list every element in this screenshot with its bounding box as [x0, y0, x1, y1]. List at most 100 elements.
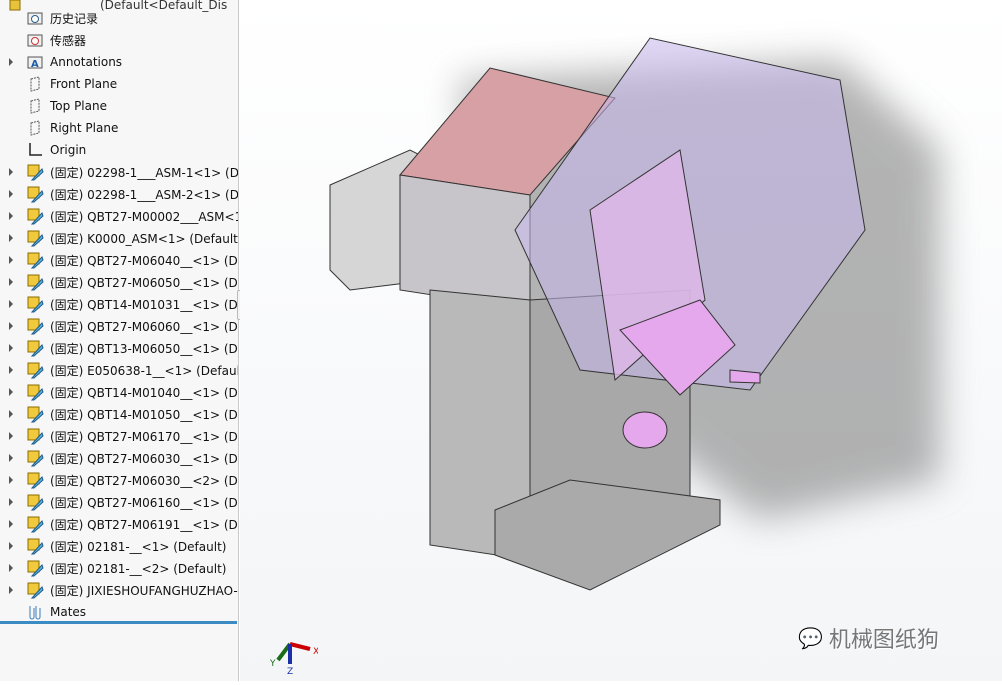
- svg-text:A: A: [31, 59, 39, 69]
- tree-item[interactable]: (固定) QBT27-M06060__<1> (De: [0, 315, 239, 337]
- tree-item[interactable]: (固定) JIXIESHOUFANGHUZHAO-: [0, 579, 238, 601]
- tree-item[interactable]: Origin: [0, 139, 238, 161]
- expand-arrow-icon[interactable]: [9, 498, 13, 506]
- expand-arrow-icon[interactable]: [9, 344, 13, 352]
- feature-manager-tree[interactable]: (Default<Default_Dis 历史记录 传感器 A Annotations…: [0, 0, 239, 681]
- origin-icon: [26, 141, 44, 159]
- axis-triad: X Y Z: [269, 642, 318, 675]
- tree-item-label: (固定) QBT14-M01031__<1> (De: [50, 297, 239, 312]
- expand-arrow-icon[interactable]: [9, 190, 13, 198]
- tree-item[interactable]: 历史记录: [0, 7, 238, 29]
- subassembly-icon: [26, 581, 44, 599]
- tree-item-label: 历史记录: [50, 11, 99, 26]
- base-plate: [494, 479, 721, 591]
- expand-arrow-icon[interactable]: [9, 388, 13, 396]
- expand-arrow-icon[interactable]: [9, 542, 13, 550]
- plane-icon: [26, 75, 44, 93]
- tree-item[interactable]: Top Plane: [0, 95, 238, 117]
- tree-item-label: (固定) QBT27-M06030__<2> (De: [50, 473, 239, 488]
- tree-item[interactable]: (固定) QBT27-M06040__<1> (De: [0, 249, 238, 271]
- z-axis-label: Z: [287, 667, 293, 675]
- expand-arrow-icon[interactable]: [9, 58, 13, 66]
- tree-item-label: (固定) 02298-1___ASM-1<1> (De: [50, 165, 239, 180]
- tree-item[interactable]: (固定) QBT27-M06160__<1> (De: [0, 491, 239, 513]
- expand-arrow-icon[interactable]: [9, 366, 13, 374]
- annotations-icon: A: [26, 53, 44, 71]
- tree-item-label: (固定) QBT27-M06160__<1> (De: [50, 495, 239, 510]
- expand-arrow-icon[interactable]: [9, 520, 13, 528]
- tree-item[interactable]: (固定) QBT27-M06050__<1> (De: [0, 271, 239, 293]
- tree-item-label: (固定) QBT27-M06060__<1> (De: [50, 319, 239, 334]
- tree-item[interactable]: (固定) K0000_ASM<1> (Default): [0, 227, 239, 249]
- tree-item-label: Annotations: [50, 55, 123, 69]
- tree-item[interactable]: (固定) QBT27-M06191__<1> (De: [0, 513, 238, 535]
- tree-item[interactable]: (固定) QBT27-M06030__<1> (De: [0, 447, 239, 469]
- tree-item[interactable]: (固定) QBT14-M01050__<1> (De: [0, 403, 239, 425]
- tree-item-label: Front Plane: [50, 77, 118, 91]
- expand-arrow-icon[interactable]: [9, 476, 13, 484]
- graphics-viewport[interactable]: X Y Z 💬 机械图纸狗: [240, 0, 1002, 681]
- expand-arrow-icon[interactable]: [9, 234, 13, 242]
- tree-item-label: Mates: [50, 605, 87, 619]
- subassembly-icon: [26, 295, 44, 313]
- tree-item[interactable]: (固定) QBT14-M01031__<1> (De: [0, 293, 239, 315]
- expand-arrow-icon[interactable]: [9, 168, 13, 176]
- mates-icon: [26, 603, 44, 621]
- tree-item[interactable]: (固定) 02298-1___ASM-2<1> (De: [0, 183, 239, 205]
- expand-arrow-icon[interactable]: [9, 322, 13, 330]
- subassembly-icon: [26, 185, 44, 203]
- x-axis-label: X: [313, 647, 318, 657]
- tree-item-label: 传感器: [50, 33, 87, 48]
- assembly-model: [329, 37, 940, 591]
- plane-icon: [26, 119, 44, 137]
- expand-arrow-icon[interactable]: [9, 410, 13, 418]
- cylinder: [622, 411, 668, 449]
- tree-item[interactable]: (固定) E050638-1__<1> (Default): [0, 359, 238, 381]
- subassembly-icon: [26, 559, 44, 577]
- expand-arrow-icon[interactable]: [9, 278, 13, 286]
- tree-item-label: (固定) QBT27-M06170__<1> (De: [50, 429, 239, 444]
- subassembly-icon: [26, 361, 44, 379]
- tree-item-label: (固定) 02181-__<2> (Default): [50, 561, 227, 576]
- tree-item[interactable]: (固定) 02181-__<1> (Default): [0, 535, 238, 557]
- wechat-icon: 💬: [798, 626, 823, 650]
- tree-end-marker: [0, 621, 237, 624]
- history-folder-icon: [26, 9, 44, 27]
- mount-block-front: [399, 174, 531, 311]
- tree-item[interactable]: (固定) QBT27-M06030__<2> (De: [0, 469, 239, 491]
- tree-item[interactable]: Front Plane: [0, 73, 238, 95]
- tree-item-label: (固定) QBT14-M01050__<1> (De: [50, 407, 239, 422]
- subassembly-icon: [26, 163, 44, 181]
- subassembly-icon: [26, 493, 44, 511]
- subassembly-icon: [26, 449, 44, 467]
- subassembly-icon: [26, 383, 44, 401]
- expand-arrow-icon[interactable]: [9, 212, 13, 220]
- expand-arrow-icon[interactable]: [9, 454, 13, 462]
- tree-item[interactable]: 传感器: [0, 29, 238, 51]
- subassembly-icon: [26, 251, 44, 269]
- expand-arrow-icon[interactable]: [9, 564, 13, 572]
- tree-item[interactable]: Mates: [0, 601, 238, 623]
- tree-item[interactable]: Right Plane: [0, 117, 238, 139]
- expand-arrow-icon[interactable]: [9, 432, 13, 440]
- expand-arrow-icon[interactable]: [9, 586, 13, 594]
- tree-item-label: Top Plane: [50, 99, 107, 113]
- tree-item[interactable]: (固定) 02181-__<2> (Default): [0, 557, 238, 579]
- expand-arrow-icon[interactable]: [9, 256, 13, 264]
- tree-item-label: (固定) 02181-__<1> (Default): [50, 539, 227, 554]
- watermark: 💬 机械图纸狗: [798, 626, 939, 653]
- expand-arrow-icon[interactable]: [9, 300, 13, 308]
- tree-item[interactable]: A Annotations: [0, 51, 238, 73]
- tree-item-label: (固定) QBT27-M06030__<1> (De: [50, 451, 239, 466]
- tree-item-label: (固定) 02298-1___ASM-2<1> (De: [50, 187, 239, 202]
- tree-item[interactable]: (固定) 02298-1___ASM-1<1> (De: [0, 161, 239, 183]
- tree-item[interactable]: (固定) QBT13-M06050__<1> (De: [0, 337, 238, 359]
- subassembly-icon: [26, 339, 44, 357]
- tree-item-label: (固定) QBT14-M01040__<1> (De: [50, 385, 239, 400]
- tree-item[interactable]: (固定) QBT27-M00002___ASM<1: [0, 205, 238, 227]
- tree-item-label: (固定) K0000_ASM<1> (Default): [50, 231, 239, 246]
- tree-item[interactable]: (固定) QBT27-M06170__<1> (De: [0, 425, 239, 447]
- tree-item-label: (固定) QBT27-M06050__<1> (De: [50, 275, 239, 290]
- subassembly-icon: [26, 537, 44, 555]
- tree-item[interactable]: (固定) QBT14-M01040__<1> (De: [0, 381, 239, 403]
